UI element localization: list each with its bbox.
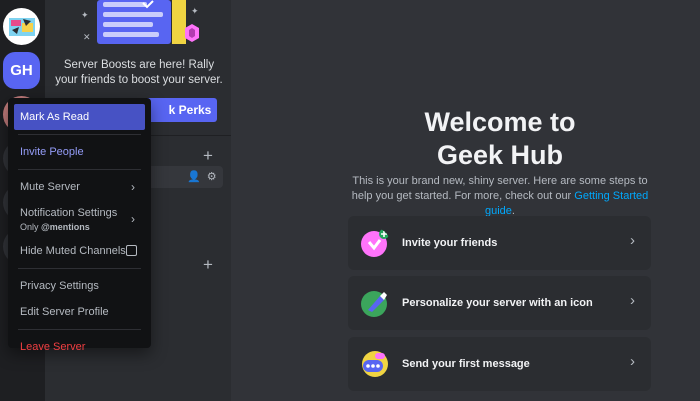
invite-people-item[interactable]: Invite People [14,139,145,165]
personalize-icon [361,291,387,317]
gear-icon[interactable]: ⚙ [207,170,217,183]
card-label: Invite your friends [402,237,498,249]
mute-server-item[interactable]: Mute Server › [14,174,145,200]
checkbox[interactable] [126,245,137,256]
personalize-server-card[interactable]: Personalize your server with an icon › [348,276,651,330]
chevron-right-icon: › [630,353,635,370]
main-content: Welcome to Geek Hub This is your brand n… [231,0,700,401]
menu-item-label: Hide Muted Channels [20,245,126,257]
mark-as-read-item[interactable]: Mark As Read [14,104,145,130]
channel-actions: 👤 ⚙ [187,170,217,183]
privacy-settings-item[interactable]: Privacy Settings [14,273,145,299]
server-geek-hub[interactable]: GH [3,52,40,89]
menu-separator [18,329,141,330]
menu-separator [18,169,141,170]
menu-item-label: Mark As Read [20,111,90,123]
create-channel-plus-icon[interactable]: + [203,256,213,273]
invite-icon [361,229,389,257]
edit-server-profile-item[interactable]: Edit Server Profile [14,299,145,325]
card-label: Send your first message [402,358,530,370]
menu-item-label: Notification Settings [20,206,118,219]
boost-banner-illustration: ✦ ✕ ✦ [81,0,199,44]
menu-item-label: Privacy Settings [20,280,99,292]
welcome-title: Welcome to Geek Hub [424,107,576,170]
chevron-right-icon: › [630,292,635,309]
boost-description: Server Boosts are here! Rally your frien… [55,59,223,86]
chevron-right-icon: › [630,232,635,249]
menu-separator [18,268,141,269]
menu-item-label: Leave Server [20,341,86,353]
svg-text:✕: ✕ [83,33,91,43]
send-message-card[interactable]: Send your first message › [348,337,651,391]
menu-item-label: Invite People [20,146,84,158]
card-label: Personalize your server with an icon [402,297,593,309]
svg-text:✦: ✦ [191,7,199,17]
svg-text:✦: ✦ [81,11,89,21]
add-member-icon[interactable]: 👤 [187,170,201,183]
create-channel-plus-icon[interactable]: + [203,147,213,164]
menu-separator [18,134,141,135]
welcome-description: This is your brand new, shiny server. He… [351,175,649,217]
chevron-right-icon: › [131,212,135,226]
notification-settings-item[interactable]: Notification Settings Only @mentions › [14,200,145,238]
hide-muted-channels-item[interactable]: Hide Muted Channels [14,238,145,264]
server-context-menu: Mark As Read Invite People Mute Server ›… [8,98,151,353]
menu-item-label: Mute Server [20,181,80,193]
message-icon [362,351,388,377]
notification-subtext: Only @mentions [20,221,90,232]
menu-item-label: Edit Server Profile [20,306,109,318]
chevron-right-icon: › [131,180,135,194]
invite-friends-card[interactable]: Invite your friends › [348,216,651,270]
leave-server-item[interactable]: Leave Server [14,334,145,360]
server-logo-icon[interactable] [3,8,40,45]
